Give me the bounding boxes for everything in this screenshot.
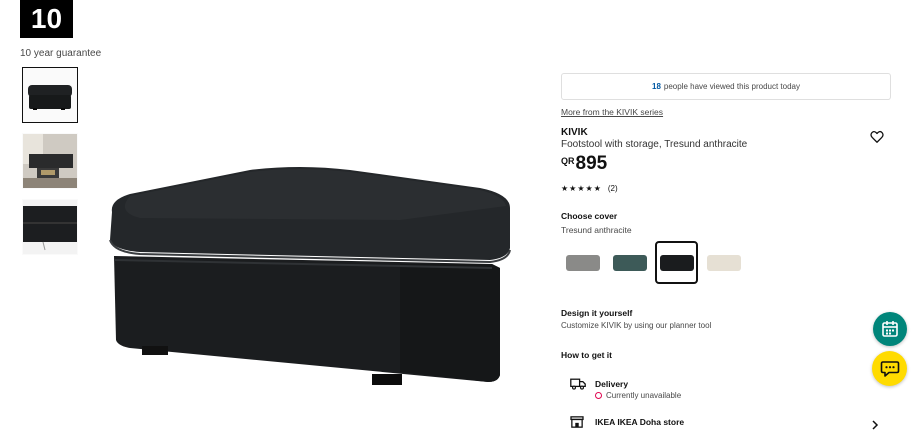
delivery-option[interactable]: Delivery Currently unavailable — [570, 377, 890, 407]
swatch-dark-turquoise[interactable] — [608, 241, 651, 284]
cover-title: Choose cover — [561, 211, 618, 221]
design-subtitle: Customize KIVIK by using our planner too… — [561, 321, 712, 330]
calendar-icon — [882, 321, 898, 337]
review-count: (2) — [607, 184, 618, 193]
cover-selected-name: Tresund anthracite — [561, 225, 632, 235]
planner-button[interactable] — [873, 312, 907, 346]
guarantee-badge: 10 — [20, 0, 73, 38]
chevron-right-icon — [872, 420, 879, 430]
views-count: 18 — [652, 82, 661, 91]
delivery-status: Currently unavailable — [595, 391, 681, 400]
star-rating-icon: ★★★★★ — [561, 184, 602, 193]
price-amount: 895 — [575, 153, 608, 174]
unavailable-status-icon — [595, 392, 602, 399]
store-option[interactable]: IKEA IKEA Doha store — [570, 416, 890, 431]
price-currency: QR — [561, 156, 575, 166]
chat-icon — [880, 360, 899, 377]
guarantee-text: 10 year guarantee — [20, 48, 102, 59]
cover-swatches — [561, 241, 749, 284]
chat-button[interactable] — [872, 351, 907, 386]
product-main-image — [109, 167, 511, 385]
store-icon — [570, 416, 584, 428]
store-label: IKEA IKEA Doha store — [595, 417, 685, 427]
delivery-status-text: Currently unavailable — [606, 391, 682, 400]
views-notice: 18 people have viewed this product today — [561, 73, 891, 100]
footstool-front-thumbnail[interactable] — [22, 67, 78, 123]
fabric-closeup-thumbnail[interactable] — [22, 199, 78, 255]
price: QR 895 — [561, 153, 607, 175]
swatch-grey[interactable] — [561, 241, 604, 284]
how-to-get-title: How to get it — [561, 350, 612, 360]
product-name: KIVIK — [561, 127, 588, 138]
room-scene-thumbnail[interactable] — [22, 133, 78, 189]
swatch-tresund-anthracite[interactable] — [655, 241, 698, 284]
heart-icon[interactable] — [870, 130, 884, 144]
truck-icon — [570, 378, 586, 390]
rating[interactable]: ★★★★★ (2) — [561, 184, 618, 193]
product-description: Footstool with storage, Tresund anthraci… — [561, 139, 748, 150]
swatch-beige[interactable] — [702, 241, 745, 284]
design-title: Design it yourself — [561, 308, 633, 318]
views-text: people have viewed this product today — [663, 82, 800, 91]
delivery-label: Delivery — [595, 379, 629, 389]
series-link[interactable]: More from the KIVIK series — [561, 107, 663, 117]
thumbnail-gallery — [22, 67, 80, 265]
